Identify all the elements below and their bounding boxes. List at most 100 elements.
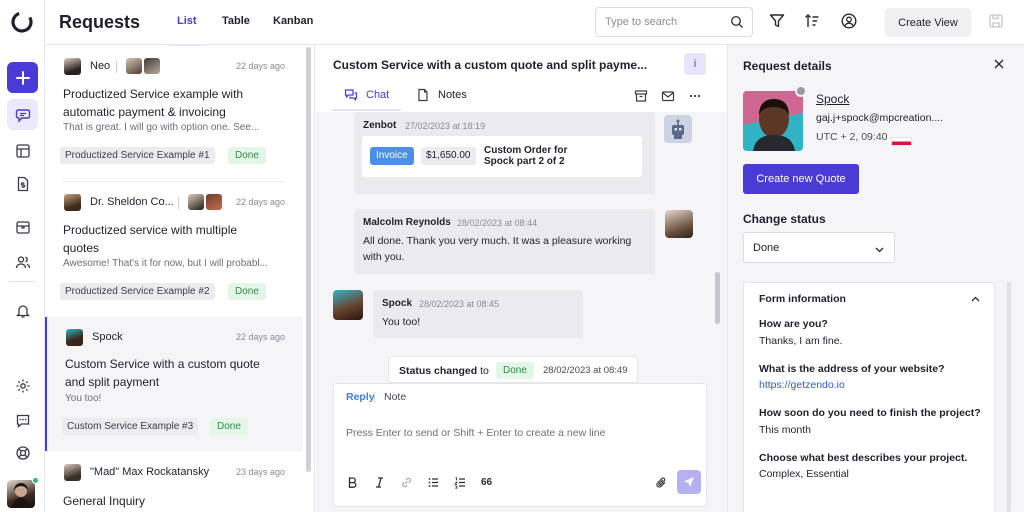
country-flag [891,137,912,146]
message-input[interactable]: Press Enter to send or Shift + Enter to … [346,427,605,439]
name-divider [116,61,117,73]
bold-icon[interactable] [346,476,359,489]
list-item[interactable]: Neo 22 days ago Productized Service exam… [45,45,303,181]
sort-icon[interactable] [803,12,821,30]
request-list: Neo 22 days ago Productized Service exam… [45,45,315,512]
users-icon [15,255,30,268]
client-name-link[interactable]: Spock [816,92,849,106]
mail-icon[interactable] [661,89,675,103]
sidebar-item-services[interactable] [7,135,38,166]
sidebar-item-shop[interactable] [7,211,38,242]
page-title: Requests [59,12,141,32]
form-answer: This month [759,424,811,436]
tab-list[interactable]: List [167,15,206,46]
change-status-label: Change status [743,212,826,226]
service-tag: Custom Service Example #3 [62,418,199,435]
tab-notes[interactable]: Notes [416,88,467,102]
request-date: 23 days ago [235,467,285,477]
note-icon [418,88,428,102]
sidebar-item-help[interactable] [7,437,38,468]
client-name: "Mad" Max Rockatansky [90,466,210,478]
message-text: All done. Thank you very much. It was a … [363,235,632,263]
layout-icon [15,143,30,158]
search-icon[interactable] [730,15,744,29]
conversation-title: Custom Service with a custom quote and s… [333,58,648,72]
message-icon [16,414,29,428]
avatar [64,464,81,481]
service-tag: Productized Service Example #2 [60,283,215,300]
save-icon[interactable] [987,12,1005,30]
info-button[interactable]: i [684,53,706,75]
message-time: 28/02/2023 at 08:44 [457,218,538,228]
italic-icon[interactable] [373,476,386,489]
note-tab[interactable]: Note [384,391,406,403]
tab-chat[interactable]: Chat [331,88,402,111]
sidebar-item-clients[interactable] [7,246,38,277]
avatar [64,194,81,211]
client-email: gaj.j+spock@mpcreation.... [816,112,944,124]
logo-icon[interactable] [10,10,34,34]
close-icon[interactable] [992,57,1006,71]
create-quote-button[interactable]: Create new Quote [743,164,859,194]
plus-icon [15,70,30,85]
chevron-up-icon[interactable] [970,294,981,305]
form-answer: Thanks, I am fine. [759,335,843,347]
details-heading: Request details [743,59,832,73]
sidebar-rail [0,0,45,512]
new-request-button[interactable] [7,62,38,93]
sidebar-item-invoices[interactable] [7,168,38,199]
status-badge: Done [228,147,266,164]
details-scrollbar[interactable] [1007,282,1011,512]
list-item-selected[interactable]: Spock 22 days ago Custom Service with a … [45,317,303,451]
tab-kanban[interactable]: Kanban [273,15,313,27]
archive-icon[interactable] [634,89,648,103]
sidebar-item-notifications[interactable] [7,295,38,326]
website-link[interactable]: https://getzendo.io [759,379,845,391]
avatar [665,210,693,238]
form-question: What is the address of your website? [759,363,945,375]
list-scrollbar[interactable] [306,47,311,472]
service-tag: Productized Service Example #1 [60,147,215,164]
sidebar-item-feedback[interactable] [7,405,38,436]
avatar [126,58,142,74]
request-preview: You too! [65,393,102,404]
sidebar-item-requests[interactable] [7,99,38,130]
form-question: How are you? [759,318,828,330]
link-icon[interactable] [400,476,413,489]
quote-icon[interactable]: 66 [481,476,494,489]
name-divider [178,197,179,209]
list-item[interactable]: "Mad" Max Rockatansky 23 days ago Genera… [45,452,303,512]
more-icon[interactable] [688,89,702,103]
chevron-down-icon [875,247,884,253]
tab-notes-label: Notes [438,89,467,101]
sidebar-item-settings[interactable] [7,370,38,401]
send-icon [684,477,694,487]
robot-icon [672,119,684,139]
invoice-icon [17,176,28,191]
filter-icon[interactable] [768,12,786,30]
status-change-time: 28/02/2023 at 08:49 [543,365,628,376]
thread-scrollbar[interactable] [715,272,720,324]
list-item[interactable]: Dr. Sheldon Co... 22 days ago Productize… [45,182,303,317]
paperclip-icon[interactable] [655,476,668,489]
form-information-card: Form information How are you? Thanks, I … [743,282,995,512]
status-select[interactable]: Done [743,232,895,263]
reply-tab[interactable]: Reply [346,391,375,403]
user-avatar[interactable] [7,480,35,508]
user-portrait-icon [12,483,30,508]
numbered-list-icon[interactable] [454,476,467,489]
tab-table[interactable]: Table [222,15,250,27]
send-button[interactable] [677,470,701,494]
rail-divider [9,281,36,282]
gear-icon [16,379,29,392]
status-change-event: Status changed to Done 28/02/2023 at 08:… [388,356,638,383]
avatar [188,194,204,210]
top-bar: Requests List Table Kanban Create View [45,0,1024,46]
account-icon[interactable] [840,12,858,30]
store-icon [15,220,30,234]
bullet-list-icon[interactable] [427,476,440,489]
create-view-button[interactable]: Create View [885,8,971,37]
invoice-card[interactable]: Invoice $1,650.00 Custom Order for Spock… [362,136,642,177]
search-input[interactable] [605,9,729,35]
status-badge: Done [228,283,266,300]
